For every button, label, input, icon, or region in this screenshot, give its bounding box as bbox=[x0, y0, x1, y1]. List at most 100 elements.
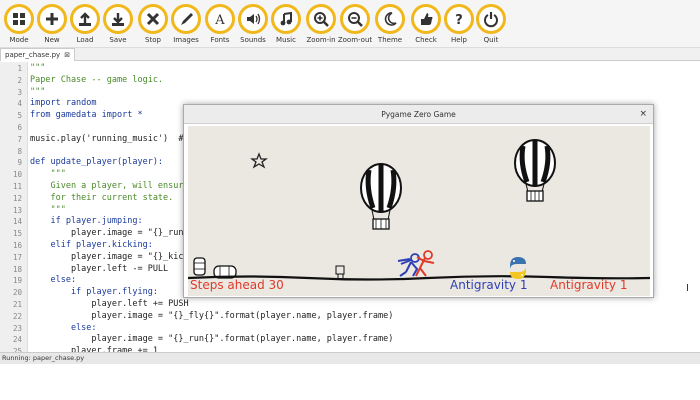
code-line: """ bbox=[30, 204, 66, 215]
code-line: from gamedata import * bbox=[30, 110, 143, 121]
barrel-sprite bbox=[193, 257, 206, 276]
code-line: player.image = "{}_run{}".format(player.… bbox=[30, 334, 394, 345]
svg-text:?: ? bbox=[455, 13, 463, 28]
code-line: for their current state. bbox=[30, 192, 174, 203]
line-number: 17 bbox=[12, 252, 22, 262]
code-line: """ bbox=[30, 169, 66, 180]
check-icon bbox=[411, 4, 441, 34]
new-icon bbox=[37, 4, 67, 34]
toolbar-button-label: Sounds bbox=[240, 36, 266, 44]
save-button[interactable]: Save bbox=[99, 4, 137, 48]
tab-close-icon[interactable]: ⊠ bbox=[64, 49, 70, 61]
code-line: if player.jumping: bbox=[30, 216, 143, 227]
toolbar-button-label: New bbox=[44, 36, 60, 44]
code-line: music.play('running_music') # bbox=[30, 133, 184, 144]
line-number: 13 bbox=[12, 205, 22, 215]
line-number: 1 bbox=[17, 64, 22, 73]
zoom-in-button[interactable]: Zoom-in bbox=[302, 4, 340, 48]
music-icon bbox=[271, 4, 301, 34]
line-number: 22 bbox=[12, 311, 22, 321]
pygame-window[interactable]: Pygame Zero Game × Steps ahead 30 Antigr… bbox=[183, 104, 654, 298]
toolbar-button-label: Zoom-out bbox=[337, 36, 373, 44]
line-number: 12 bbox=[12, 193, 22, 203]
code-line: def update_player(player): bbox=[30, 157, 164, 168]
code-line: import random bbox=[30, 98, 97, 109]
line-number: 10 bbox=[12, 170, 22, 180]
svg-text:A: A bbox=[214, 13, 225, 28]
zoom-out-icon bbox=[340, 4, 370, 34]
theme-button[interactable]: Theme bbox=[371, 4, 409, 48]
code-line: player.left -= PULL bbox=[30, 263, 169, 274]
mouse-ibeam-cursor-icon: I bbox=[686, 283, 689, 294]
pygame-window-title: Pygame Zero Game bbox=[381, 110, 456, 119]
music-button[interactable]: Music bbox=[267, 4, 305, 48]
mode-icon bbox=[4, 4, 34, 34]
quit-button[interactable]: Quit bbox=[472, 4, 510, 48]
toolbar-button-label: Quit bbox=[483, 36, 499, 44]
pygame-window-titlebar[interactable]: Pygame Zero Game × bbox=[184, 105, 653, 124]
code-line: else: bbox=[30, 275, 77, 286]
zoom-out-button[interactable]: Zoom-out bbox=[336, 4, 374, 48]
fonts-icon: A bbox=[205, 4, 235, 34]
toolbar-button-label: Fonts bbox=[210, 36, 230, 44]
toolbar-button-label: Music bbox=[276, 36, 296, 44]
code-line: if player.flying: bbox=[30, 287, 158, 298]
code-line: player.image = "{}_fly{}".format(player.… bbox=[30, 310, 394, 321]
toolbar-button-label: Stop bbox=[145, 36, 161, 44]
images-button[interactable]: Images bbox=[167, 4, 205, 48]
code-line: Paper Chase -- game logic. bbox=[30, 74, 164, 85]
line-number: 7 bbox=[17, 134, 22, 144]
toolbar: Mode New Load Save Stop Images A Fonts Sounds Mus… bbox=[0, 0, 700, 48]
status-text: Running: paper_chase.py bbox=[2, 354, 85, 362]
code-line: player.image = "{}_kic bbox=[30, 251, 184, 262]
help-icon: ? bbox=[444, 4, 474, 34]
red-antigravity-counter: Antigravity 1 bbox=[550, 278, 628, 292]
game-scene bbox=[188, 126, 650, 296]
toolbar-button-label: Load bbox=[76, 36, 94, 44]
theme-icon bbox=[375, 4, 405, 34]
load-icon bbox=[70, 4, 100, 34]
toolbar-button-label: Save bbox=[109, 36, 127, 44]
toolbar-button-label: Check bbox=[415, 36, 437, 44]
line-number: 23 bbox=[12, 323, 22, 333]
sounds-icon bbox=[238, 4, 268, 34]
line-number: 15 bbox=[12, 229, 22, 239]
window-close-icon[interactable]: × bbox=[639, 105, 647, 124]
line-number: 4 bbox=[17, 99, 22, 109]
toolbar-button-label: Theme bbox=[377, 36, 403, 44]
images-icon bbox=[171, 4, 201, 34]
tab-bar: paper_chase.py ⊠ bbox=[0, 48, 700, 61]
code-line: player.image = "{}_run bbox=[30, 228, 184, 239]
code-line: else: bbox=[30, 322, 97, 333]
code-line: """ bbox=[30, 63, 46, 73]
steps-ahead-counter: Steps ahead 30 bbox=[190, 278, 284, 292]
code-line: """ bbox=[30, 86, 46, 97]
mu-editor-window: Mode New Load Save Stop Images A Fonts Sounds Mus… bbox=[0, 0, 700, 400]
line-number: 9 bbox=[17, 158, 22, 168]
file-tab-label: paper_chase.py bbox=[5, 51, 61, 59]
line-number: 2 bbox=[17, 75, 22, 85]
line-number: 20 bbox=[12, 288, 22, 298]
code-line: Given a player, will ensur bbox=[30, 181, 184, 191]
file-tab-paper-chase[interactable]: paper_chase.py ⊠ bbox=[0, 48, 76, 61]
line-number: 3 bbox=[17, 87, 22, 97]
line-number: 21 bbox=[12, 300, 22, 309]
line-number: 16 bbox=[12, 241, 22, 250]
toolbar-button-label: Help bbox=[451, 36, 467, 44]
line-number: 8 bbox=[17, 146, 22, 156]
quit-icon bbox=[476, 4, 506, 34]
status-bar: Running: paper_chase.py bbox=[0, 352, 700, 364]
toolbar-button-label: Mode bbox=[9, 36, 29, 44]
code-line: player.left += PUSH bbox=[30, 299, 189, 309]
stop-icon bbox=[138, 4, 168, 34]
line-number: 18 bbox=[12, 264, 22, 274]
line-number: 19 bbox=[12, 276, 22, 286]
line-number: 24 bbox=[12, 335, 22, 345]
game-canvas[interactable]: Steps ahead 30 Antigravity 1 Antigravity… bbox=[188, 126, 650, 296]
blue-antigravity-counter: Antigravity 1 bbox=[450, 278, 528, 292]
save-icon bbox=[103, 4, 133, 34]
line-number: 5 bbox=[17, 111, 22, 121]
line-number: 14 bbox=[12, 217, 22, 227]
code-line: elif player.kicking: bbox=[30, 240, 153, 250]
toolbar-button-label: Images bbox=[173, 36, 199, 44]
